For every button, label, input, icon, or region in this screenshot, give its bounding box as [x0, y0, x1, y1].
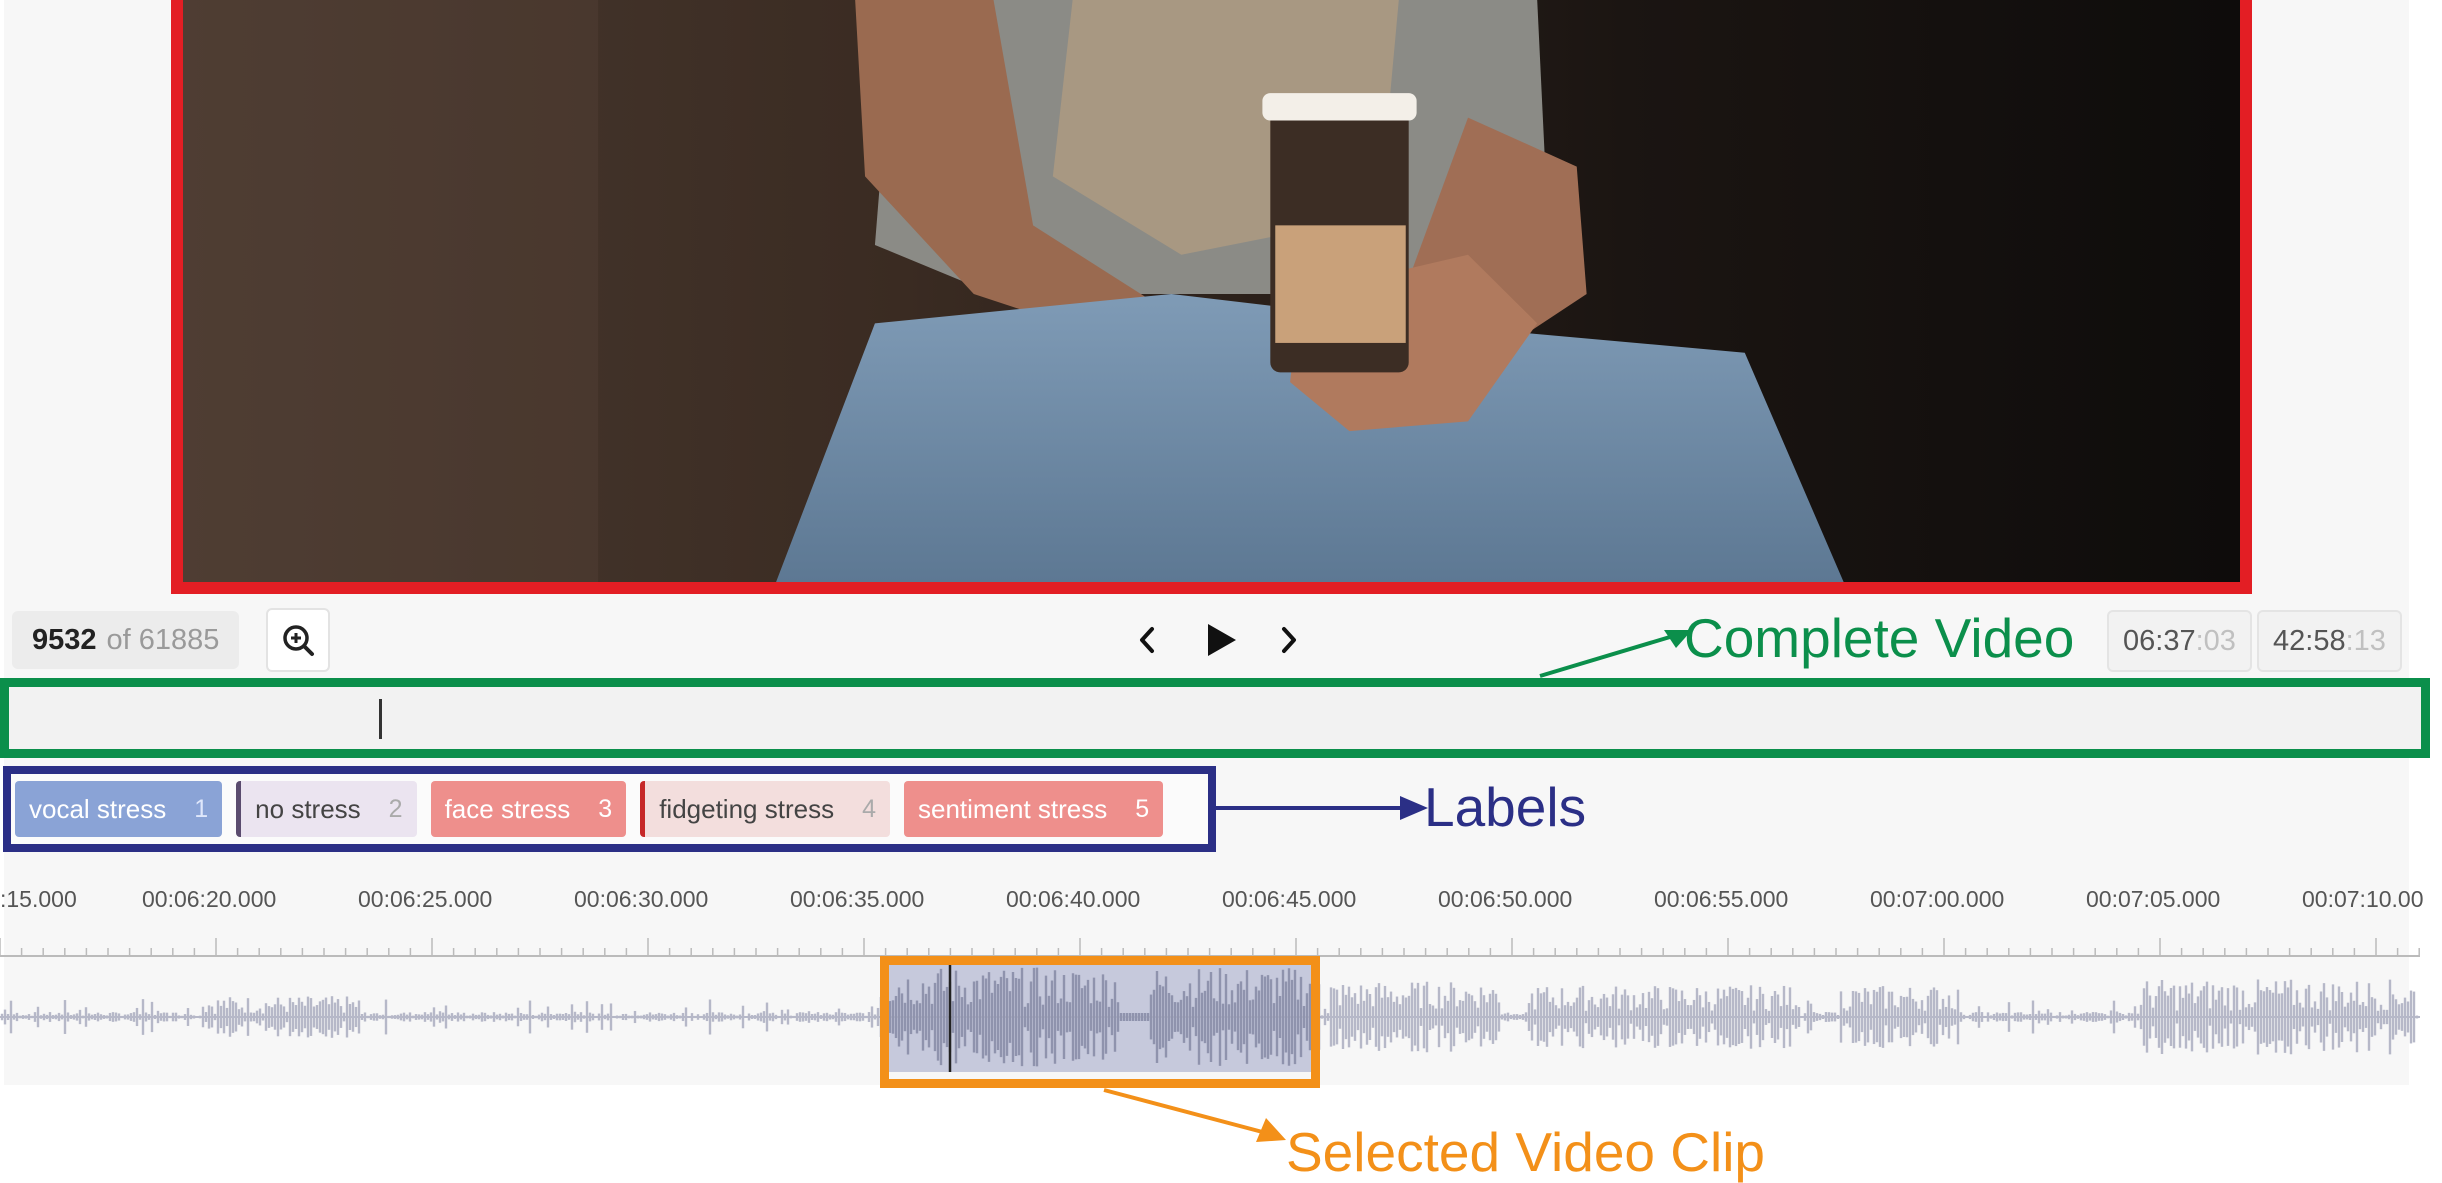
timeline-tick-label: 00:07:10.00	[2302, 886, 2424, 912]
label-hotkey: 4	[862, 794, 876, 823]
timeline-playhead[interactable]	[379, 699, 382, 739]
labels-bar: vocal stress 1 no stress 2 face stress 3 fidge…	[3, 766, 1216, 852]
labels-arrow	[1216, 796, 1428, 820]
timeline-tick-label: 00:06:20.000	[142, 886, 277, 912]
timeline-tick-label: 00:06:35.000	[790, 886, 925, 912]
label-sentiment-stress[interactable]: sentiment stress 5	[903, 781, 1164, 837]
timeline-tick-label: 00:07:00.000	[1870, 886, 2005, 912]
zoom-in-icon	[283, 625, 314, 656]
timeline-tick-label: :15.000	[0, 886, 77, 912]
play-button[interactable]	[1196, 615, 1246, 665]
frame-total: of 61885	[106, 623, 220, 656]
timeline-tick-label: 00:06:25.000	[358, 886, 493, 912]
label-hotkey: 3	[598, 794, 613, 823]
selected-video-clip[interactable]	[880, 956, 1320, 1088]
current-time-display: 06:37:03	[2107, 610, 2252, 672]
label-face-stress[interactable]: face stress 3	[430, 781, 627, 837]
previous-frame-button[interactable]	[1122, 615, 1172, 665]
timeline-tick-label: 00:06:50.000	[1438, 886, 1573, 912]
label-name: fidgeting stress	[659, 793, 835, 824]
labels-annotation: Labels	[1424, 776, 1587, 838]
complete-video-arrow	[1539, 630, 1692, 678]
frame-counter: 9532 of 61885	[12, 611, 240, 669]
label-vocal-stress[interactable]: vocal stress 1	[15, 781, 223, 837]
selected-clip-arrow	[1103, 1088, 1286, 1142]
timeline-tick-label: 00:06:40.000	[1006, 886, 1141, 912]
total-time-display: 42:58:13	[2257, 610, 2402, 672]
label-no-stress[interactable]: no stress 2	[236, 781, 417, 837]
selected-clip-annotation: Selected Video Clip	[1286, 1121, 1766, 1183]
video-frame-image	[183, 0, 2240, 582]
label-hotkey: 2	[388, 794, 403, 823]
label-name: no stress	[255, 793, 361, 824]
play-icon	[1208, 624, 1236, 656]
chevron-left-icon	[1140, 627, 1154, 653]
label-hotkey: 1	[194, 794, 209, 823]
timeline-tick-label: 00:06:55.000	[1654, 886, 1789, 912]
chevron-right-icon	[1282, 627, 1296, 653]
timeline-ruler	[0, 938, 2420, 957]
label-fidgeting-stress[interactable]: fidgeting stress 4	[640, 781, 890, 837]
video-player[interactable]	[171, 0, 2252, 594]
label-name: vocal stress	[29, 793, 167, 824]
waveform-timeline[interactable]: :15.000 00:06:20.000 00:06:25.000 00:06:30.…	[0, 886, 2424, 1088]
complete-video-annotation: Complete Video	[1684, 607, 2075, 669]
timeline-tick-label: 00:06:45.000	[1222, 886, 1357, 912]
label-name: face stress	[444, 793, 571, 824]
timeline-tick-label: 00:06:30.000	[574, 886, 709, 912]
complete-video-timeline[interactable]	[0, 678, 2430, 758]
timeline-tick-label: 00:07:05.000	[2086, 886, 2221, 912]
label-name: sentiment stress	[917, 793, 1108, 824]
zoom-button[interactable]	[266, 608, 330, 672]
label-hotkey: 5	[1135, 794, 1150, 823]
next-frame-button[interactable]	[1264, 615, 1314, 665]
frame-current: 9532	[32, 623, 97, 656]
